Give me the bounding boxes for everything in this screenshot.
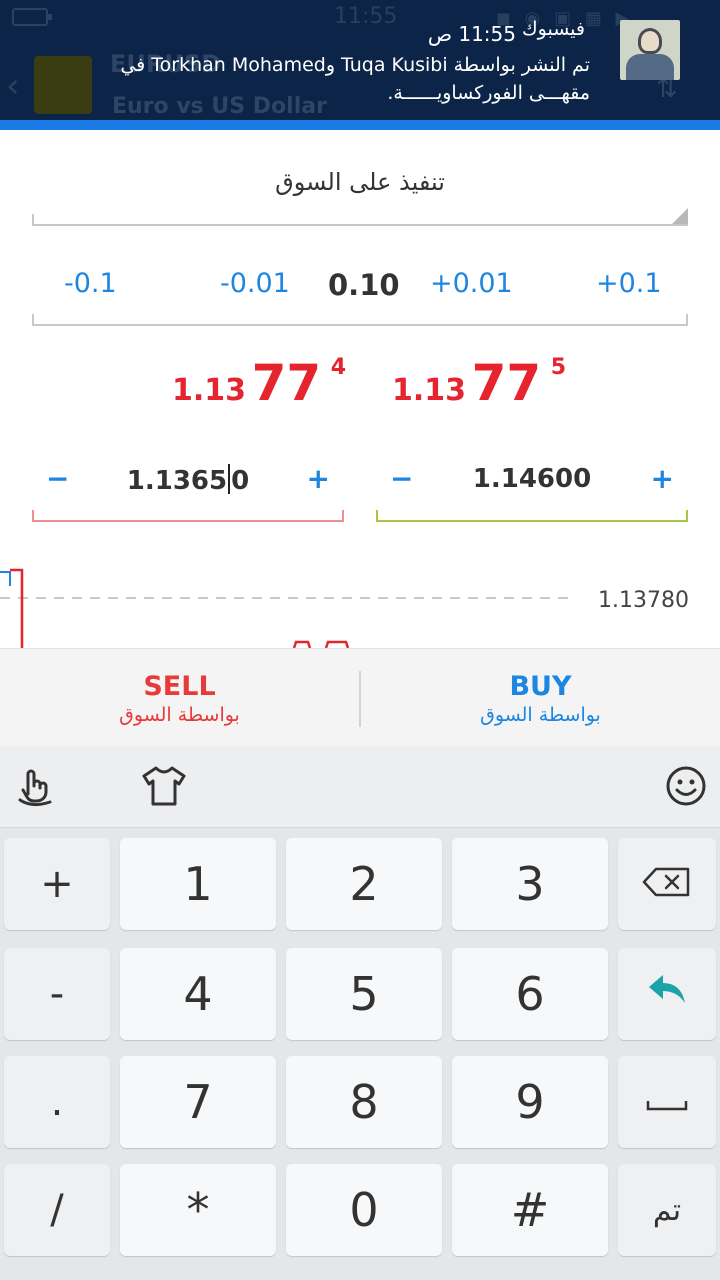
key-space[interactable] — [618, 1056, 716, 1148]
accent-divider — [0, 120, 720, 130]
stop-loss-minus-button[interactable]: − — [46, 462, 69, 495]
key-3[interactable]: 3 — [452, 838, 608, 930]
volume-value[interactable]: 0.10 — [328, 268, 400, 302]
price-line-blue — [0, 571, 11, 586]
stop-loss-field[interactable]: − 1.1365 0 + — [32, 452, 344, 522]
take-profit-minus-button[interactable]: − — [390, 462, 413, 495]
buy-sublabel: بواسطة السوق — [480, 704, 601, 726]
key-9[interactable]: 9 — [452, 1056, 608, 1148]
sell-price: 1.13 77 4 — [172, 354, 346, 412]
stop-loss-value: 1.1365 — [126, 466, 228, 496]
emoji-icon[interactable] — [664, 764, 708, 812]
swipe-icon[interactable] — [14, 764, 58, 812]
key-6[interactable]: 6 — [452, 948, 608, 1040]
buy-price-pips: 77 — [471, 354, 542, 412]
notification-text-line1: تم النشر بواسطة Tuqa Kusibi وTorkhan Moh… — [120, 54, 590, 76]
sell-price-pips: 77 — [251, 354, 322, 412]
sell-button[interactable]: SELL بواسطة السوق — [0, 649, 359, 747]
key-dot[interactable]: . — [4, 1056, 110, 1148]
buy-button[interactable]: BUY بواسطة السوق — [361, 649, 720, 747]
buy-price: 1.13 77 5 — [392, 354, 566, 412]
notification-time: 11:55 ص — [427, 22, 516, 46]
key-8[interactable]: 8 — [286, 1056, 442, 1148]
price-chart: 1.13780 — [0, 562, 720, 648]
notification-app-name: فيسبوك — [522, 18, 585, 40]
enter-arrow-icon — [645, 971, 689, 1017]
buy-price-prefix: 1.13 — [392, 373, 467, 408]
take-profit-input[interactable]: 1.14600 — [436, 464, 628, 494]
backspace-icon — [642, 861, 692, 907]
notification-text-line2: مقهـــى الفوركساويــــــة. — [387, 82, 590, 104]
take-profit-field[interactable]: − 1.14600 + — [376, 452, 688, 522]
key-asterisk[interactable]: * — [120, 1164, 276, 1256]
space-icon — [645, 1079, 689, 1125]
key-enter[interactable] — [618, 948, 716, 1040]
sell-sublabel: بواسطة السوق — [119, 704, 240, 726]
chart-price-label: 1.13780 — [598, 588, 689, 613]
volume-plus-0.1-button[interactable]: +0.1 — [596, 268, 662, 299]
key-0[interactable]: 0 — [286, 1164, 442, 1256]
numeric-keyboard: + 1 2 3 - 4 5 6 . 7 8 9 / * 0 # تم — [0, 746, 720, 1280]
key-backspace[interactable] — [618, 838, 716, 930]
trade-button-bar: SELL بواسطة السوق BUY بواسطة السوق — [0, 648, 720, 746]
key-2[interactable]: 2 — [286, 838, 442, 930]
sell-price-point: 4 — [330, 355, 347, 380]
execution-type-dropdown[interactable]: تنفيذ على السوق — [32, 164, 688, 226]
stop-loss-value-tail: 0 — [231, 466, 250, 496]
execution-type-label: تنفيذ على السوق — [275, 168, 445, 196]
volume-plus-0.01-button[interactable]: +0.01 — [430, 268, 513, 299]
buy-label: BUY — [509, 671, 572, 702]
key-7[interactable]: 7 — [120, 1056, 276, 1148]
key-minus[interactable]: - — [4, 948, 110, 1040]
key-1[interactable]: 1 — [120, 838, 276, 930]
key-4[interactable]: 4 — [120, 948, 276, 1040]
keyboard-toolbar — [0, 746, 720, 828]
notification-avatar — [620, 20, 680, 80]
key-slash[interactable]: / — [4, 1164, 110, 1256]
key-5[interactable]: 5 — [286, 948, 442, 1040]
buy-price-point: 5 — [550, 355, 567, 380]
stop-loss-input[interactable]: 1.1365 0 — [92, 464, 284, 496]
take-profit-plus-button[interactable]: + — [651, 462, 674, 495]
volume-selector: -0.1 -0.01 0.10 +0.01 +0.1 — [32, 262, 688, 326]
text-cursor — [228, 464, 231, 494]
volume-minus-0.01-button[interactable]: -0.01 — [220, 268, 290, 299]
facebook-notification[interactable]: فيسبوك 11:55 ص تم النشر بواسطة Tuqa Kusi… — [0, 10, 720, 120]
key-plus[interactable]: + — [4, 838, 110, 930]
sell-label: SELL — [143, 671, 216, 702]
stop-loss-plus-button[interactable]: + — [307, 462, 330, 495]
key-done[interactable]: تم — [618, 1164, 716, 1256]
price-line-red — [10, 568, 24, 648]
key-hash[interactable]: # — [452, 1164, 608, 1256]
top-bar: ‹ EURUSD Euro vs US Dollar ⇅ 11:55 ◼ ◉ ▣… — [0, 0, 720, 120]
theme-shirt-icon[interactable] — [140, 764, 188, 812]
volume-minus-0.1-button[interactable]: -0.1 — [64, 268, 117, 299]
sell-price-prefix: 1.13 — [172, 373, 247, 408]
